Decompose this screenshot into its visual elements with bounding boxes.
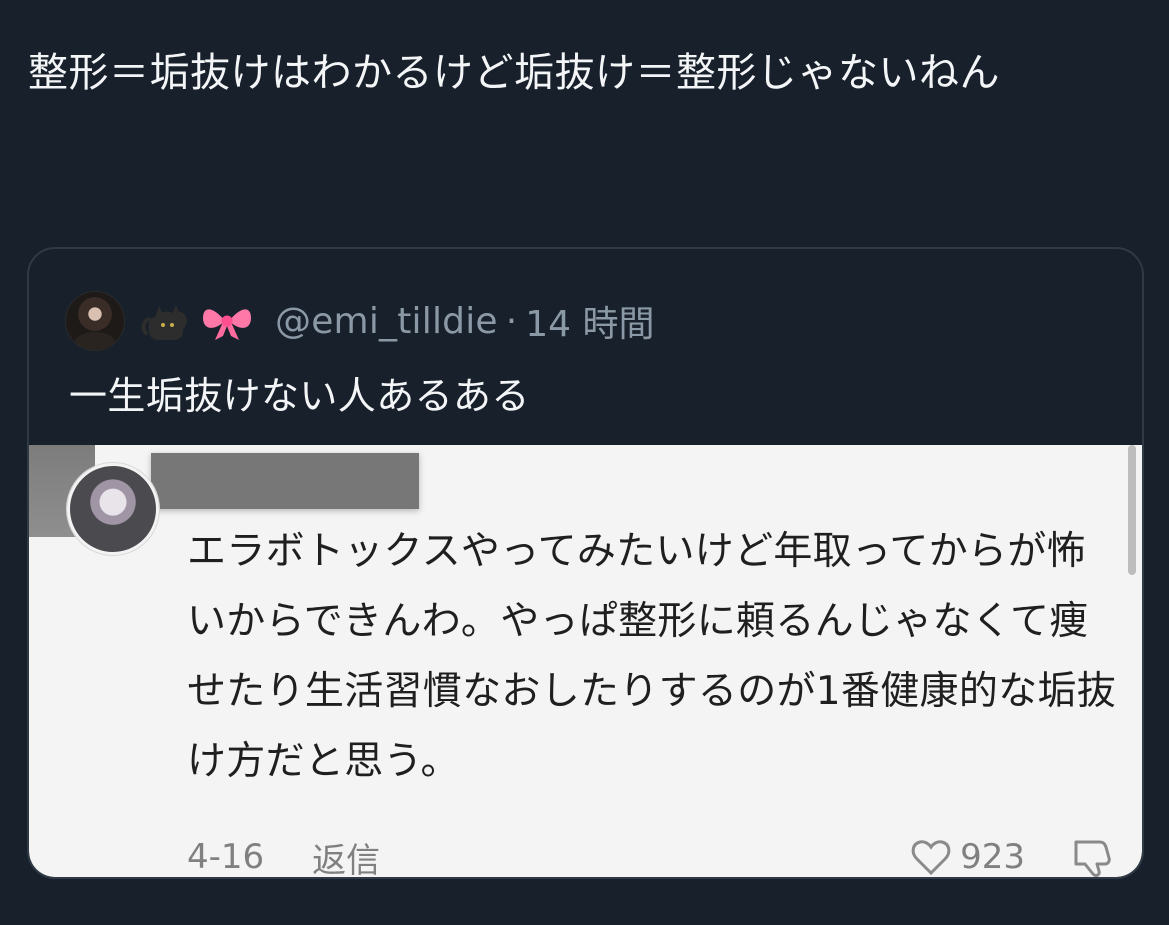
comment-date: 4-16 [187,837,265,877]
tweet-text: 整形＝垢抜けはわかるけど垢抜け＝整形じゃないねん [28,50,1000,96]
quoted-tweet-card[interactable]: @emi_tilldie · 14 時間 一生垢抜けない人あるある エラボトック… [27,247,1144,879]
quoted-tweet-header: @emi_tilldie · 14 時間 [65,289,654,353]
separator-dot: · [505,300,518,342]
like-count: 923 [960,837,1025,877]
comment-footer: 4-16 返信 923 [187,837,1117,877]
thumbs-down-outline-icon[interactable] [1069,836,1117,877]
heart-outline-icon [911,840,951,876]
redacted-name-box [151,453,419,509]
cat-icon [141,305,187,340]
reply-button[interactable]: 返信 [312,833,380,878]
quoted-tweet-text: 一生垢抜けない人あるある [69,374,530,418]
quoted-tweet-time[interactable]: 14 時間 [525,295,654,347]
scrollbar [1128,445,1136,575]
comment-text: エラボトックスやってみたいけど年取ってからが怖いからできんわ。やっぱ整形に頼るん… [187,529,1117,784]
embedded-screenshot[interactable]: エラボトックスやってみたいけど年取ってからが怖いからできんわ。やっぱ整形に頼るん… [29,445,1142,877]
like-button[interactable]: 923 [910,837,1025,877]
ribbon-icon [203,309,251,340]
quoted-tweet-handle[interactable]: @emi_tilldie [275,301,498,342]
comment-avatar [67,463,159,555]
avatar[interactable] [65,291,125,351]
